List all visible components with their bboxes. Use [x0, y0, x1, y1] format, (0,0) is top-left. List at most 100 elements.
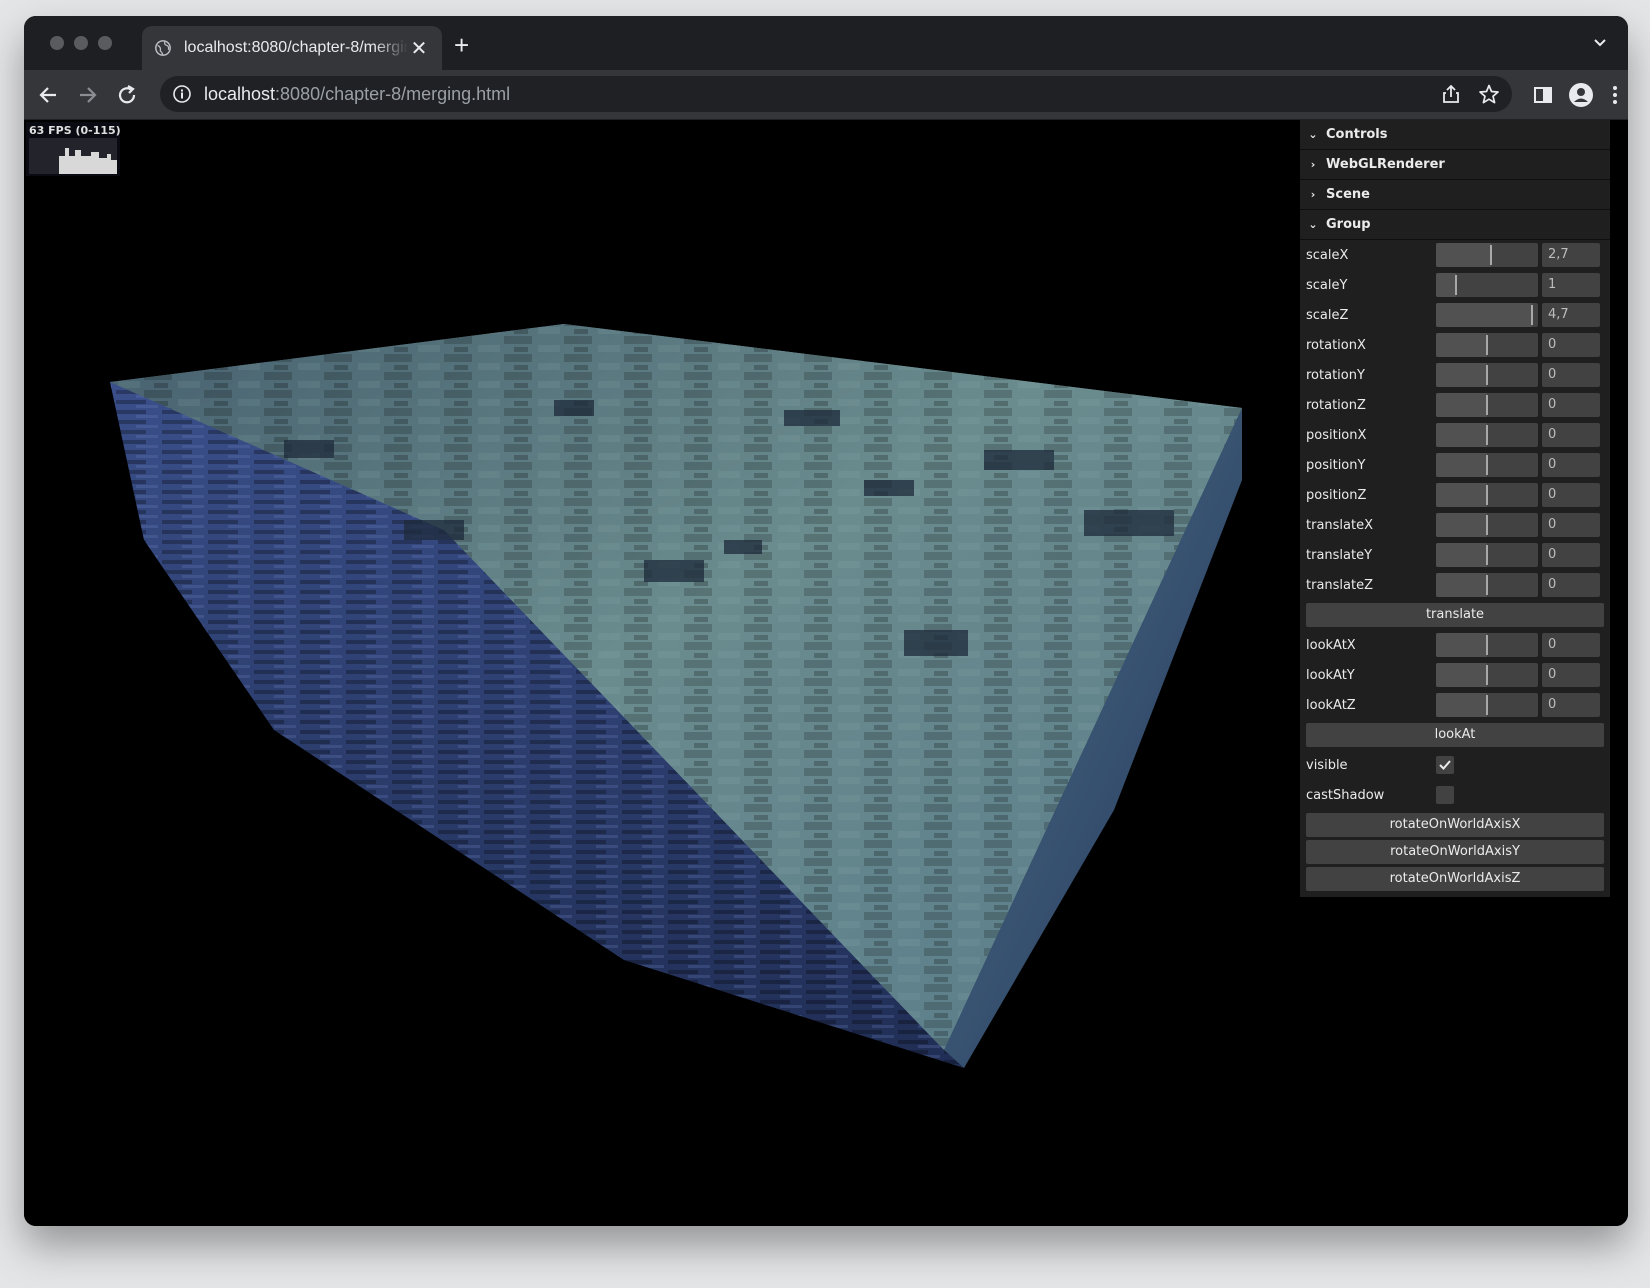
scaleY-slider[interactable]: [1436, 273, 1538, 297]
slider-handle[interactable]: [1486, 635, 1488, 655]
slider-fill: [1436, 693, 1487, 717]
slider-handle[interactable]: [1486, 575, 1488, 595]
slider-handle[interactable]: [1490, 245, 1493, 265]
more-menu-icon[interactable]: [1602, 82, 1628, 108]
lookat-button[interactable]: lookAt: [1306, 723, 1604, 747]
new-tab-button[interactable]: +: [454, 32, 469, 58]
fps-graph: [29, 138, 117, 174]
rotate-world-y-button[interactable]: rotateOnWorldAxisY: [1306, 840, 1604, 864]
rotationY-input[interactable]: 0: [1542, 363, 1600, 387]
slider-handle[interactable]: [1486, 455, 1488, 475]
lookAtX-input[interactable]: 0: [1542, 633, 1600, 657]
rotationX-slider[interactable]: [1436, 333, 1538, 357]
positionY-slider[interactable]: [1436, 453, 1538, 477]
translate-button[interactable]: translate: [1306, 603, 1604, 627]
param-label: lookAtX: [1306, 637, 1356, 653]
url-path: :8080/chapter-8/merging.html: [275, 84, 511, 104]
translateX-input[interactable]: 0: [1542, 513, 1600, 537]
chevron-right-icon: ›: [1310, 188, 1316, 201]
slider-fill: [1436, 543, 1487, 567]
controls-folder[interactable]: ⌄ Controls: [1300, 120, 1610, 150]
browser-tab[interactable]: localhost:8080/chapter-8/merging.html ✕: [142, 26, 442, 70]
bookmark-star-icon[interactable]: [1478, 83, 1500, 105]
param-label: rotationZ: [1306, 397, 1366, 413]
url-text[interactable]: localhost:8080/chapter-8/merging.html: [204, 84, 510, 105]
scaleZ-input[interactable]: 4,7: [1542, 303, 1600, 327]
rotationX-input[interactable]: 0: [1542, 333, 1600, 357]
rotationY-slider[interactable]: [1436, 363, 1538, 387]
slider-fill: [1436, 333, 1487, 357]
scene-folder[interactable]: › Scene: [1300, 180, 1610, 210]
translateZ-input[interactable]: 0: [1542, 573, 1600, 597]
rotate-world-x-button[interactable]: rotateOnWorldAxisX: [1306, 813, 1604, 837]
forward-arrow-icon[interactable]: [74, 82, 100, 108]
translateX-slider[interactable]: [1436, 513, 1538, 537]
lookAtY-input[interactable]: 0: [1542, 663, 1600, 687]
tab-search-chevron-icon[interactable]: [1592, 34, 1608, 50]
fps-stats-panel[interactable]: 63 FPS (0-115): [26, 122, 121, 176]
visible-checkbox[interactable]: [1436, 756, 1454, 774]
rotationZ-slider[interactable]: [1436, 393, 1538, 417]
slider-handle[interactable]: [1486, 515, 1488, 535]
positionX-slider[interactable]: [1436, 423, 1538, 447]
lookAtZ-slider[interactable]: [1436, 693, 1538, 717]
globe-icon: [155, 40, 171, 56]
slider-handle[interactable]: [1486, 365, 1488, 385]
slider-fill: [1436, 573, 1487, 597]
url-host: localhost: [204, 84, 276, 104]
window-zoom-dot[interactable]: [98, 36, 112, 50]
scaleY-input[interactable]: 1: [1542, 273, 1600, 297]
tab-close-icon[interactable]: ✕: [408, 36, 430, 61]
lookAtY-slider[interactable]: [1436, 663, 1538, 687]
address-bar[interactable]: localhost:8080/chapter-8/merging.html: [160, 76, 1512, 112]
share-icon[interactable]: [1440, 83, 1462, 105]
positionX-input[interactable]: 0: [1542, 423, 1600, 447]
group-folder[interactable]: ⌄ Group: [1300, 210, 1610, 240]
param-row-translateY: translateY 0: [1300, 540, 1610, 570]
param-label: lookAtZ: [1306, 697, 1356, 713]
lookAtZ-input[interactable]: 0: [1542, 693, 1600, 717]
rotate-world-z-button[interactable]: rotateOnWorldAxisZ: [1306, 867, 1604, 891]
positionZ-slider[interactable]: [1436, 483, 1538, 507]
rotationZ-input[interactable]: 0: [1542, 393, 1600, 417]
param-row-rotationX: rotationX 0: [1300, 330, 1610, 360]
webgl-viewport[interactable]: 63 FPS (0-115) ⌄ Controls › WebGLRenderer …: [24, 120, 1628, 1226]
param-row-lookAtZ: lookAtZ 0: [1300, 690, 1610, 720]
slider-handle[interactable]: [1486, 695, 1488, 715]
back-arrow-icon[interactable]: [36, 82, 62, 108]
positionY-input[interactable]: 0: [1542, 453, 1600, 477]
window-close-dot[interactable]: [50, 36, 64, 50]
slider-handle[interactable]: [1530, 305, 1533, 325]
translateY-slider[interactable]: [1436, 543, 1538, 567]
castshadow-row: castShadow: [1300, 780, 1610, 810]
webglrenderer-folder[interactable]: › WebGLRenderer: [1300, 150, 1610, 180]
param-row-positionY: positionY 0: [1300, 450, 1610, 480]
param-row-rotationZ: rotationZ 0: [1300, 390, 1610, 420]
positionZ-input[interactable]: 0: [1542, 483, 1600, 507]
slider-handle[interactable]: [1455, 275, 1458, 295]
scaleX-input[interactable]: 2,7: [1542, 243, 1600, 267]
slider-handle[interactable]: [1486, 395, 1488, 415]
param-row-positionX: positionX 0: [1300, 420, 1610, 450]
window-minimize-dot[interactable]: [74, 36, 88, 50]
castshadow-label: castShadow: [1306, 787, 1385, 803]
slider-handle[interactable]: [1486, 665, 1488, 685]
reload-icon[interactable]: [114, 82, 140, 108]
fps-label: 63 FPS (0-115): [29, 124, 121, 137]
slider-handle[interactable]: [1486, 335, 1488, 355]
slider-handle[interactable]: [1486, 485, 1488, 505]
translateZ-slider[interactable]: [1436, 573, 1538, 597]
slider-handle[interactable]: [1486, 545, 1488, 565]
param-row-rotationY: rotationY 0: [1300, 360, 1610, 390]
slider-handle[interactable]: [1486, 425, 1488, 445]
profile-avatar-icon[interactable]: [1568, 82, 1594, 108]
param-label: scaleY: [1306, 277, 1348, 293]
site-info-icon[interactable]: [172, 84, 192, 104]
scaleZ-slider[interactable]: [1436, 303, 1538, 327]
castshadow-checkbox[interactable]: [1436, 786, 1454, 804]
visible-label: visible: [1306, 757, 1348, 773]
lookAtX-slider[interactable]: [1436, 633, 1538, 657]
translateY-input[interactable]: 0: [1542, 543, 1600, 567]
scaleX-slider[interactable]: [1436, 243, 1538, 267]
side-panel-icon[interactable]: [1530, 82, 1556, 108]
